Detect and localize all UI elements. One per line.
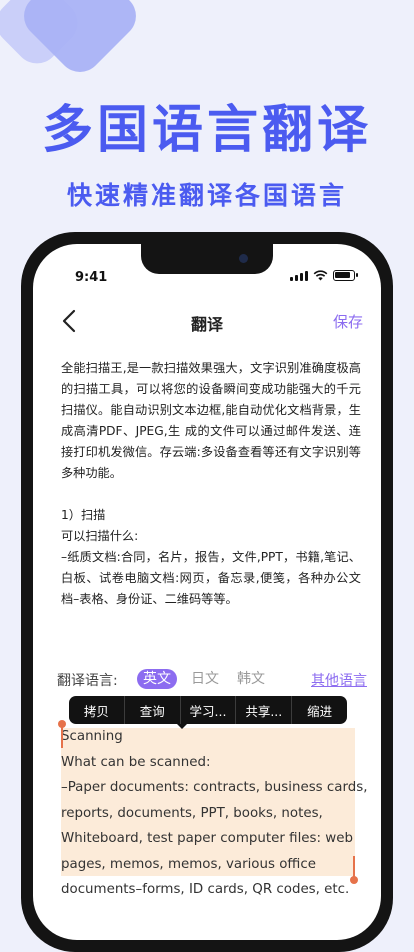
doc-details: –纸质文档:合同，名片，报告，文件,PPT，书籍,笔记、白板、试卷电脑文档:网页… [61, 550, 361, 606]
status-time: 9:41 [75, 270, 108, 285]
save-button[interactable]: 保存 [333, 311, 363, 332]
translation-line: Scanning [61, 729, 123, 744]
battery-icon [333, 270, 358, 281]
notch [141, 244, 273, 274]
navbar: 翻译 保存 [33, 300, 381, 344]
phone-frame: 9:41 翻译 保存 全能扫描王,是一款扫描效果强大，文字识别准确度极高的扫描工… [21, 232, 393, 952]
wifi-icon [313, 270, 328, 281]
doc-intro: 全能扫描王,是一款扫描效果强大，文字识别准确度极高的扫描工具，可以将您的设备瞬间… [61, 361, 361, 480]
menu-item-indent[interactable]: 缩进 [292, 701, 347, 720]
translation-line: –Paper documents: contracts, business ca… [61, 780, 368, 795]
source-document: 全能扫描王,是一款扫描效果强大，文字识别准确度极高的扫描工具，可以将您的设备瞬间… [61, 358, 361, 610]
lang-option-japanese[interactable]: 日文 [185, 669, 225, 689]
phone-screen: 9:41 翻译 保存 全能扫描王,是一款扫描效果强大，文字识别准确度极高的扫描工… [33, 244, 381, 940]
translation-line: reports, documents, PPT, books, notes, [61, 805, 323, 821]
translation-line: What can be scanned: [61, 754, 211, 770]
selection-start-handle[interactable] [58, 720, 66, 748]
doc-question: 可以扫描什么: [61, 529, 139, 543]
selection-end-handle[interactable] [350, 856, 358, 884]
context-menu-arrow [177, 724, 187, 729]
translation-line: pages, memos, memos, various office [61, 856, 316, 872]
translation-text[interactable]: Scanning What can be scanned: –Paper doc… [61, 724, 368, 903]
doc-section-title: 1）扫描 [61, 508, 106, 522]
language-bar: 翻译语言: 英文 日文 韩文 其他语言 [57, 666, 367, 692]
translation-line: documents–forms, ID cards, QR codes, etc… [61, 882, 350, 897]
camera-icon [239, 254, 248, 263]
menu-item-copy[interactable]: 拷贝 [69, 701, 124, 720]
menu-item-share[interactable]: 共享... [236, 701, 291, 720]
translation-line: Whiteboard, test paper computer files: w… [61, 831, 353, 846]
promo-subline: 快速精准翻译各国语言 [66, 181, 347, 210]
lang-option-english[interactable]: 英文 [137, 669, 177, 689]
status-icons [290, 270, 358, 281]
language-label: 翻译语言: [57, 673, 118, 689]
context-menu: 拷贝 查询 学习... 共享... 缩进 [69, 696, 347, 724]
lang-option-korean[interactable]: 韩文 [231, 669, 271, 689]
page-title: 翻译 [190, 315, 223, 334]
signal-icon [290, 270, 308, 281]
menu-item-lookup[interactable]: 查询 [125, 701, 180, 720]
menu-item-learn[interactable]: 学习... [181, 701, 236, 720]
other-languages-link[interactable]: 其他语言 [311, 670, 367, 690]
promo-headline: 多国语言翻译 [41, 101, 372, 160]
